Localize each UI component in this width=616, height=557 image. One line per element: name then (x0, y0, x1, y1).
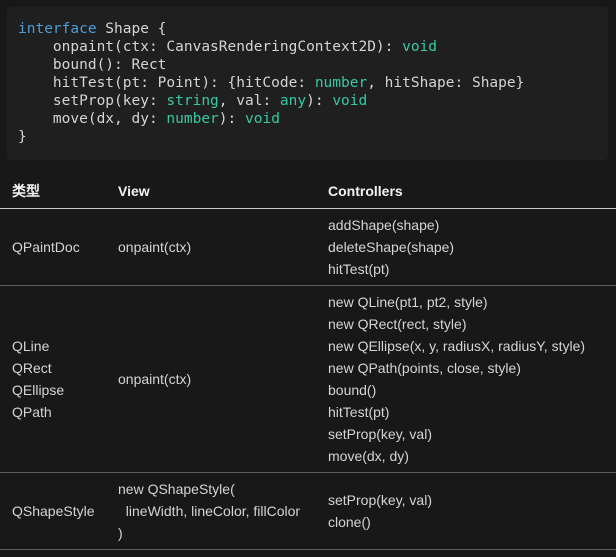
cell-view-row0: onpaint(ctx) (106, 209, 316, 286)
cell-line: hitTest(pt) (328, 258, 610, 280)
code-token-plain: bound(): Rect (18, 57, 166, 73)
code-line-1: onpaint(ctx: CanvasRenderingContext2D): … (18, 38, 598, 56)
code-token-plain: setProp(key: (18, 93, 166, 109)
table-row-2: QShapeStyle new QShapeStyle( lineWidth, l… (0, 473, 616, 550)
cell-line: new QRect(rect, style) (328, 313, 610, 335)
code-line-6: } (18, 128, 598, 146)
cell-line: setProp(key, val) (328, 489, 610, 511)
cell-line: new QLine(pt1, pt2, style) (328, 291, 610, 313)
code-token-type: void (245, 111, 280, 127)
code-token-type: string (166, 93, 218, 109)
cell-line: move(dx, dy) (328, 445, 610, 467)
cell-line: new QShapeStyle( (118, 478, 310, 500)
page: interface Shape { onpaint(ctx: CanvasRen… (0, 7, 616, 550)
cell-line: ) (118, 522, 310, 544)
table-header-row: 类型 View Controllers (0, 174, 616, 209)
cell-line: onpaint(ctx) (118, 236, 310, 258)
api-table: 类型 View Controllers QPaintDoc onpaint(ctx… (0, 174, 616, 550)
code-token-type: void (402, 39, 437, 55)
cell-line: onpaint(ctx) (118, 368, 310, 390)
column-header-view: View (106, 174, 316, 209)
column-header-type: 类型 (0, 174, 106, 209)
cell-line: QLine (12, 335, 100, 357)
cell-line: clone() (328, 511, 610, 533)
code-line-2: bound(): Rect (18, 56, 598, 74)
code-line-5: move(dx, dy: number): void (18, 110, 598, 128)
code-line-4: setProp(key: string, val: any): void (18, 92, 598, 110)
cell-line: addShape(shape) (328, 214, 610, 236)
code-token-type: any (280, 93, 306, 109)
cell-type-row2: QShapeStyle (0, 473, 106, 550)
cell-line: hitTest(pt) (328, 401, 610, 423)
cell-line: deleteShape(shape) (328, 236, 610, 258)
cell-line: QRect (12, 357, 100, 379)
code-line-0: interface Shape { (18, 20, 598, 38)
cell-line: new QPath(points, close, style) (328, 357, 610, 379)
cell-view-row1: onpaint(ctx) (106, 286, 316, 473)
cell-line: QPaintDoc (12, 236, 100, 258)
cell-type-row1: QLineQRectQEllipseQPath (0, 286, 106, 473)
cell-line: setProp(key, val) (328, 423, 610, 445)
code-token-plain: , hitShape: Shape} (367, 75, 524, 91)
code-token-plain: , val: (219, 93, 280, 109)
cell-line: QEllipse (12, 379, 100, 401)
column-header-controllers: Controllers (316, 174, 616, 209)
code-token-type: void (332, 93, 367, 109)
code-token-plain: Shape { (97, 21, 167, 37)
cell-line: QShapeStyle (12, 500, 100, 522)
cell-type-row0: QPaintDoc (0, 209, 106, 286)
code-token-plain: hitTest(pt: Point): {hitCode: (18, 75, 315, 91)
code-token-plain: ): (219, 111, 245, 127)
cell-line: bound() (328, 379, 610, 401)
cell-line: QPath (12, 401, 100, 423)
cell-view-row2: new QShapeStyle( lineWidth, lineColor, f… (106, 473, 316, 550)
table-row-0: QPaintDoc onpaint(ctx) addShape(shape)dele… (0, 209, 616, 286)
code-token-plain: move(dx, dy: (18, 111, 166, 127)
cell-controllers-row1: new QLine(pt1, pt2, style)new QRect(rect… (316, 286, 616, 473)
code-token-keyword: interface (18, 21, 97, 37)
cell-line: lineWidth, lineColor, fillColor (118, 500, 310, 522)
cell-controllers-row0: addShape(shape)deleteShape(shape)hitTest… (316, 209, 616, 286)
cell-line: new QEllipse(x, y, radiusX, radiusY, sty… (328, 335, 610, 357)
code-token-plain: onpaint(ctx: CanvasRenderingContext2D): (18, 39, 402, 55)
interface-shape-code-block: interface Shape { onpaint(ctx: CanvasRen… (7, 7, 608, 160)
code-token-type: number (315, 75, 367, 91)
code-line-3: hitTest(pt: Point): {hitCode: number, hi… (18, 74, 598, 92)
cell-controllers-row2: setProp(key, val)clone() (316, 473, 616, 550)
code-token-type: number (166, 111, 218, 127)
code-token-plain: } (18, 129, 27, 145)
code-token-plain: ): (306, 93, 332, 109)
table-row-1: QLineQRectQEllipseQPath onpaint(ctx) new Q… (0, 286, 616, 473)
